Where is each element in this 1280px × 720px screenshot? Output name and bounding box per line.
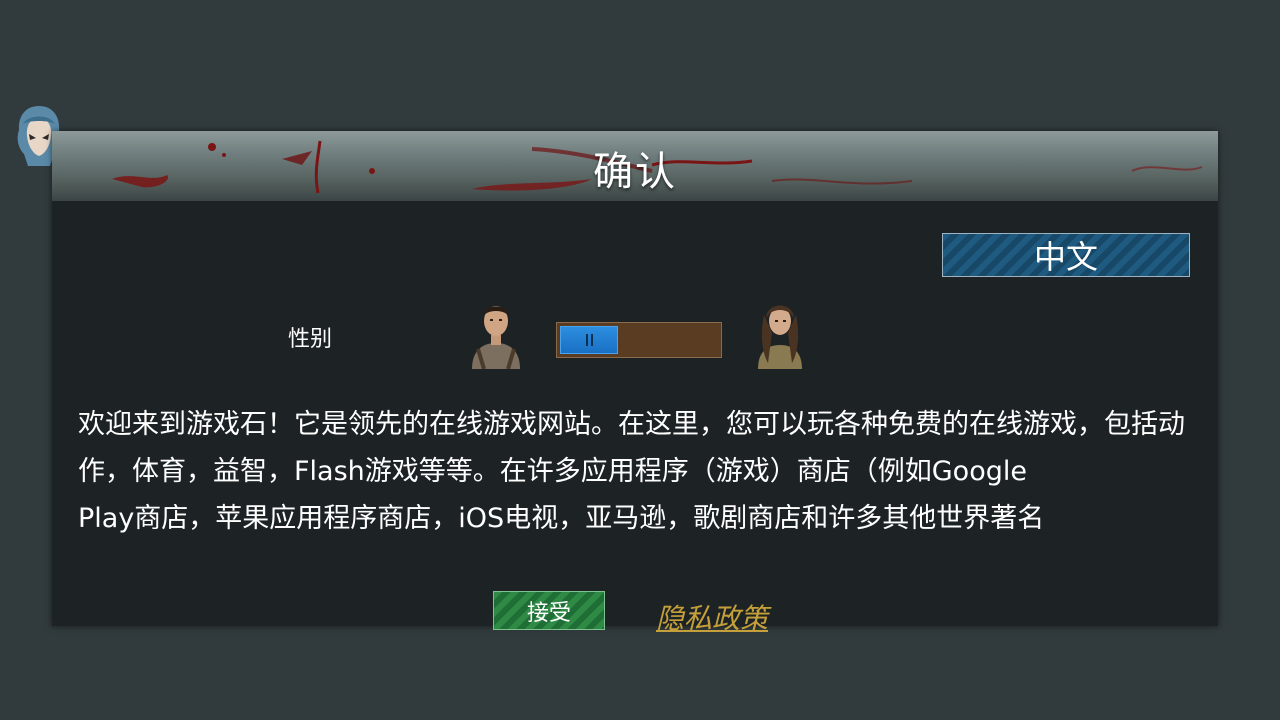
privacy-policy-link[interactable]: 隐私政策 xyxy=(656,597,768,637)
dialog-title: 确认 xyxy=(593,149,677,195)
confirm-dialog: 确认 中文 性别 欢迎来到游戏石！它是领先的在线游戏网站。在这里，您可以玩各种免… xyxy=(52,131,1218,635)
dialog-header: 确认 xyxy=(52,131,1218,201)
gender-toggle-knob[interactable] xyxy=(560,326,618,354)
gender-label: 性别 xyxy=(288,327,333,352)
intro-text: 欢迎来到游戏石！它是领先的在线游戏网站。在这里，您可以玩各种免费的在线游戏，包括… xyxy=(78,409,1185,534)
male-character-icon[interactable] xyxy=(464,293,528,370)
grip-icon xyxy=(585,334,593,346)
language-button[interactable]: 中文 xyxy=(942,233,1190,277)
gender-toggle[interactable] xyxy=(556,322,722,358)
accept-button[interactable]: 接受 xyxy=(493,591,605,630)
female-character-icon[interactable] xyxy=(748,293,812,369)
